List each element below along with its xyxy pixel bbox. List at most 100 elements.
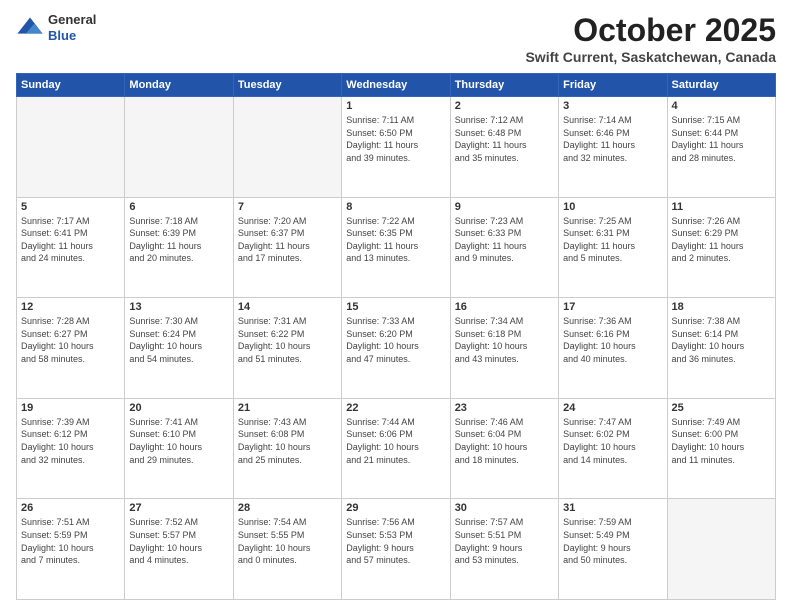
logo-icon (16, 14, 44, 42)
logo: General Blue (16, 12, 96, 43)
calendar-cell: 9 Sunrise: 7:23 AM Sunset: 6:33 PM Daylig… (450, 197, 558, 298)
day-info: Sunrise: 7:12 AM Sunset: 6:48 PM Dayligh… (455, 114, 554, 164)
calendar-cell: 25 Sunrise: 7:49 AM Sunset: 6:00 PM Dayli… (667, 398, 775, 499)
calendar-cell: 21Sunrise: 7:43 AM Sunset: 6:08 PM Dayli… (233, 398, 341, 499)
calendar-cell: 10Sunrise: 7:25 AM Sunset: 6:31 PM Dayli… (559, 197, 667, 298)
day-info: Sunrise: 7:11 AM Sunset: 6:50 PM Dayligh… (346, 114, 445, 164)
location: Swift Current, Saskatchewan, Canada (525, 49, 776, 65)
calendar-cell (17, 97, 125, 198)
day-info: Sunrise: 7:33 AM Sunset: 6:20 PM Dayligh… (346, 315, 445, 365)
weekday-header: Saturday (667, 74, 775, 97)
day-info: Sunrise: 7:26 AM Sunset: 6:29 PM Dayligh… (672, 215, 771, 265)
day-info: Sunrise: 7:28 AM Sunset: 6:27 PM Dayligh… (21, 315, 120, 365)
calendar-cell: 26 Sunrise: 7:51 AM Sunset: 5:59 PM Dayli… (17, 499, 125, 600)
calendar-cell: 3 Sunrise: 7:14 AM Sunset: 6:46 PM Daylig… (559, 97, 667, 198)
day-info: Sunrise: 7:49 AM Sunset: 6:00 PM Dayligh… (672, 416, 771, 466)
day-number: 26 (21, 502, 120, 514)
day-number: 3 (563, 100, 662, 112)
calendar-cell: 12 Sunrise: 7:28 AM Sunset: 6:27 PM Dayli… (17, 298, 125, 399)
day-number: 16 (455, 301, 554, 313)
calendar-cell: 5 Sunrise: 7:17 AM Sunset: 6:41 PM Daylig… (17, 197, 125, 298)
header: General Blue October 2025 Swift Current,… (16, 12, 776, 65)
day-number: 18 (672, 301, 771, 313)
day-info: Sunrise: 7:30 AM Sunset: 6:24 PM Dayligh… (129, 315, 228, 365)
calendar-week-row: 1 Sunrise: 7:11 AM Sunset: 6:50 PM Daylig… (17, 97, 776, 198)
day-number: 11 (672, 201, 771, 213)
day-info: Sunrise: 7:52 AM Sunset: 5:57 PM Dayligh… (129, 516, 228, 566)
day-info: Sunrise: 7:46 AM Sunset: 6:04 PM Dayligh… (455, 416, 554, 466)
day-number: 28 (238, 502, 337, 514)
calendar-cell: 14Sunrise: 7:31 AM Sunset: 6:22 PM Dayli… (233, 298, 341, 399)
weekday-row: SundayMondayTuesdayWednesdayThursdayFrid… (17, 74, 776, 97)
calendar-cell (125, 97, 233, 198)
weekday-header: Monday (125, 74, 233, 97)
logo-blue-text: Blue (48, 28, 96, 44)
day-info: Sunrise: 7:57 AM Sunset: 5:51 PM Dayligh… (455, 516, 554, 566)
day-info: Sunrise: 7:38 AM Sunset: 6:14 PM Dayligh… (672, 315, 771, 365)
weekday-header: Thursday (450, 74, 558, 97)
day-info: Sunrise: 7:34 AM Sunset: 6:18 PM Dayligh… (455, 315, 554, 365)
calendar-cell: 6 Sunrise: 7:18 AM Sunset: 6:39 PM Daylig… (125, 197, 233, 298)
calendar-cell: 30Sunrise: 7:57 AM Sunset: 5:51 PM Dayli… (450, 499, 558, 600)
day-info: Sunrise: 7:20 AM Sunset: 6:37 PM Dayligh… (238, 215, 337, 265)
day-info: Sunrise: 7:39 AM Sunset: 6:12 PM Dayligh… (21, 416, 120, 466)
page: General Blue October 2025 Swift Current,… (0, 0, 792, 612)
calendar-cell: 31Sunrise: 7:59 AM Sunset: 5:49 PM Dayli… (559, 499, 667, 600)
day-info: Sunrise: 7:54 AM Sunset: 5:55 PM Dayligh… (238, 516, 337, 566)
weekday-header: Friday (559, 74, 667, 97)
calendar-header: SundayMondayTuesdayWednesdayThursdayFrid… (17, 74, 776, 97)
day-number: 31 (563, 502, 662, 514)
calendar-cell: 22 Sunrise: 7:44 AM Sunset: 6:06 PM Dayli… (342, 398, 450, 499)
day-number: 12 (21, 301, 120, 313)
day-info: Sunrise: 7:56 AM Sunset: 5:53 PM Dayligh… (346, 516, 445, 566)
day-number: 15 (346, 301, 445, 313)
calendar-cell: 7 Sunrise: 7:20 AM Sunset: 6:37 PM Daylig… (233, 197, 341, 298)
day-number: 22 (346, 402, 445, 414)
day-number: 7 (238, 201, 337, 213)
day-number: 20 (129, 402, 228, 414)
day-info: Sunrise: 7:36 AM Sunset: 6:16 PM Dayligh… (563, 315, 662, 365)
day-number: 2 (455, 100, 554, 112)
weekday-header: Sunday (17, 74, 125, 97)
day-number: 23 (455, 402, 554, 414)
day-number: 5 (21, 201, 120, 213)
logo-text: General Blue (48, 12, 96, 43)
logo-general-text: General (48, 12, 96, 28)
calendar-cell: 29Sunrise: 7:56 AM Sunset: 5:53 PM Dayli… (342, 499, 450, 600)
day-number: 6 (129, 201, 228, 213)
day-number: 8 (346, 201, 445, 213)
calendar-cell: 15 Sunrise: 7:33 AM Sunset: 6:20 PM Dayli… (342, 298, 450, 399)
calendar-week-row: 19Sunrise: 7:39 AM Sunset: 6:12 PM Dayli… (17, 398, 776, 499)
calendar-cell: 4Sunrise: 7:15 AM Sunset: 6:44 PM Daylig… (667, 97, 775, 198)
day-info: Sunrise: 7:15 AM Sunset: 6:44 PM Dayligh… (672, 114, 771, 164)
day-info: Sunrise: 7:23 AM Sunset: 6:33 PM Dayligh… (455, 215, 554, 265)
day-number: 27 (129, 502, 228, 514)
day-number: 14 (238, 301, 337, 313)
calendar-cell: 16 Sunrise: 7:34 AM Sunset: 6:18 PM Dayli… (450, 298, 558, 399)
day-number: 13 (129, 301, 228, 313)
day-info: Sunrise: 7:17 AM Sunset: 6:41 PM Dayligh… (21, 215, 120, 265)
month-title: October 2025 (525, 12, 776, 49)
day-info: Sunrise: 7:14 AM Sunset: 6:46 PM Dayligh… (563, 114, 662, 164)
calendar-cell: 24Sunrise: 7:47 AM Sunset: 6:02 PM Dayli… (559, 398, 667, 499)
day-info: Sunrise: 7:44 AM Sunset: 6:06 PM Dayligh… (346, 416, 445, 466)
calendar-cell: 8 Sunrise: 7:22 AM Sunset: 6:35 PM Daylig… (342, 197, 450, 298)
day-info: Sunrise: 7:25 AM Sunset: 6:31 PM Dayligh… (563, 215, 662, 265)
day-info: Sunrise: 7:22 AM Sunset: 6:35 PM Dayligh… (346, 215, 445, 265)
weekday-header: Tuesday (233, 74, 341, 97)
day-number: 9 (455, 201, 554, 213)
calendar-cell (667, 499, 775, 600)
calendar-body: 1 Sunrise: 7:11 AM Sunset: 6:50 PM Daylig… (17, 97, 776, 600)
calendar-week-row: 26 Sunrise: 7:51 AM Sunset: 5:59 PM Dayli… (17, 499, 776, 600)
weekday-header: Wednesday (342, 74, 450, 97)
calendar-cell: 11 Sunrise: 7:26 AM Sunset: 6:29 PM Dayli… (667, 197, 775, 298)
day-number: 25 (672, 402, 771, 414)
calendar-cell: 17 Sunrise: 7:36 AM Sunset: 6:16 PM Dayli… (559, 298, 667, 399)
day-number: 1 (346, 100, 445, 112)
day-info: Sunrise: 7:43 AM Sunset: 6:08 PM Dayligh… (238, 416, 337, 466)
day-info: Sunrise: 7:18 AM Sunset: 6:39 PM Dayligh… (129, 215, 228, 265)
day-number: 24 (563, 402, 662, 414)
day-number: 17 (563, 301, 662, 313)
day-info: Sunrise: 7:51 AM Sunset: 5:59 PM Dayligh… (21, 516, 120, 566)
calendar-cell: 28 Sunrise: 7:54 AM Sunset: 5:55 PM Dayli… (233, 499, 341, 600)
